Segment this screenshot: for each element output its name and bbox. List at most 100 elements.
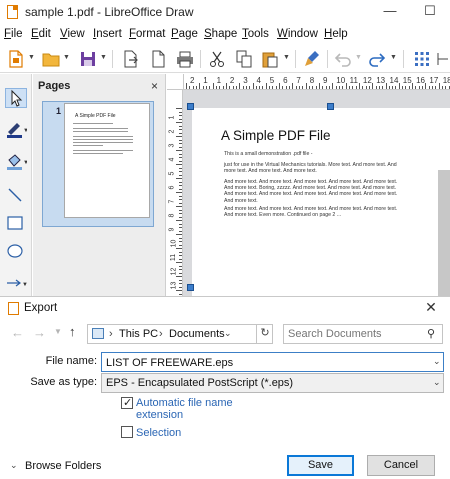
- selection-checkbox[interactable]: [121, 426, 133, 438]
- selection-handle[interactable]: [187, 103, 194, 110]
- ruler-tick: [179, 160, 182, 162]
- print-icon[interactable]: [175, 49, 195, 69]
- breadcrumb-documents[interactable]: Documents: [169, 328, 225, 340]
- undo-icon[interactable]: [333, 49, 353, 69]
- search-input[interactable]: [288, 326, 418, 342]
- ruler-tick: [322, 86, 324, 89]
- ruler-tick: [312, 86, 314, 89]
- maximize-button[interactable]: ☐: [410, 0, 450, 24]
- standard-toolbar: ▼ ▼ ▼ ▼ ▼ ▼: [0, 45, 450, 73]
- ruler-tick: [255, 86, 257, 89]
- up-arrow-icon[interactable]: ↑: [69, 324, 76, 339]
- ruler-tick: [272, 86, 274, 89]
- export-pdf-icon[interactable]: [148, 49, 168, 69]
- menu-window[interactable]: Window: [277, 28, 318, 40]
- close-icon[interactable]: ×: [151, 79, 158, 93]
- search-icon[interactable]: ⚲: [427, 327, 435, 340]
- ruler-number: 16: [416, 76, 425, 85]
- rectangle-tool[interactable]: [5, 213, 27, 233]
- line-tool[interactable]: [5, 185, 27, 205]
- ruler-tick: [179, 269, 182, 270]
- menu-page[interactable]: Page: [171, 28, 198, 40]
- chevron-down-icon[interactable]: ⌄: [433, 356, 441, 367]
- ruler-tick: [179, 241, 182, 242]
- vertical-scrollbar[interactable]: [438, 170, 450, 296]
- save-button[interactable]: Save: [287, 455, 354, 476]
- helplines-icon[interactable]: [436, 49, 450, 69]
- ruler-tick: [418, 86, 420, 89]
- selection-handle[interactable]: [187, 284, 194, 291]
- ellipse-tool[interactable]: [5, 241, 27, 261]
- menu-format[interactable]: Format: [129, 28, 165, 40]
- refresh-icon[interactable]: ↻: [256, 324, 273, 344]
- chevron-down-icon[interactable]: ⌄: [433, 377, 441, 388]
- export-icon[interactable]: [120, 49, 140, 69]
- ruler-number: 18: [442, 76, 450, 85]
- open-folder-icon[interactable]: [41, 49, 61, 69]
- chevron-down-icon[interactable]: ▼: [100, 54, 107, 61]
- save-as-type-select[interactable]: EPS - Encapsulated PostScript (*.eps) ⌄: [101, 373, 444, 393]
- ruler-tick: [179, 188, 182, 190]
- document-page[interactable]: A Simple PDF File This is a small demons…: [192, 108, 450, 296]
- chevron-down-icon[interactable]: ▼: [28, 54, 35, 61]
- ruler-tick: [179, 139, 182, 141]
- menu-shape[interactable]: Shape: [204, 28, 237, 40]
- ruler-number: 1: [216, 76, 222, 85]
- ruler-tick: [335, 86, 337, 89]
- back-arrow-icon[interactable]: ←: [11, 325, 24, 340]
- clone-formatting-icon[interactable]: [302, 49, 322, 69]
- ruler-tick: [428, 86, 430, 89]
- selection-handle[interactable]: [327, 103, 334, 110]
- recent-locations-icon[interactable]: ▼: [54, 327, 62, 336]
- forward-arrow-icon[interactable]: →: [33, 325, 46, 340]
- cut-icon[interactable]: [207, 49, 227, 69]
- search-box[interactable]: ⚲: [283, 324, 443, 344]
- breadcrumb-this-pc[interactable]: This PC: [119, 328, 158, 340]
- ruler-tick: [358, 83, 360, 89]
- close-dialog-button[interactable]: ✕: [420, 299, 442, 316]
- save-as-type-value: EPS - Encapsulated PostScript (*.eps): [106, 377, 294, 389]
- chevron-down-icon[interactable]: ▼: [63, 54, 70, 61]
- chevron-down-icon[interactable]: ▼: [390, 54, 397, 61]
- ruler-tick: [402, 86, 404, 89]
- chevron-down-icon[interactable]: ▼: [283, 54, 290, 61]
- auto-extension-checkbox[interactable]: [121, 396, 133, 409]
- file-name-input[interactable]: [106, 355, 416, 370]
- save-icon[interactable]: [78, 49, 98, 69]
- menu-view[interactable]: View: [60, 28, 85, 40]
- auto-extension-label[interactable]: Automatic file name extension: [136, 397, 246, 421]
- menu-tools[interactable]: Tools: [242, 28, 269, 40]
- vertical-ruler: 1 2 3 4 5 6 7 8 9 10 11 12 13: [167, 90, 183, 296]
- ruler-tick: [332, 83, 334, 89]
- chevron-down-icon[interactable]: ⌄: [224, 328, 232, 339]
- fill-color-tool[interactable]: ▼: [5, 152, 29, 172]
- redo-icon[interactable]: [367, 49, 387, 69]
- ruler-number: 13: [170, 281, 178, 290]
- address-bar[interactable]: › This PC › Documents ⌄: [87, 324, 273, 344]
- ruler-tick: [292, 83, 294, 89]
- ruler-tick: [179, 153, 182, 155]
- chevron-down-icon[interactable]: ▼: [355, 54, 362, 61]
- browse-folders-label: Browse Folders: [25, 460, 102, 472]
- selection-label[interactable]: Selection: [136, 427, 181, 439]
- menu-insert[interactable]: Insert: [93, 28, 122, 40]
- ruler-tick: [209, 86, 211, 89]
- page-thumbnail[interactable]: A Simple PDF File: [64, 103, 150, 218]
- ruler-tick: [295, 86, 297, 89]
- select-tool[interactable]: [5, 88, 27, 108]
- ruler-number: 11: [349, 76, 358, 85]
- cancel-button[interactable]: Cancel: [367, 455, 435, 476]
- grid-icon[interactable]: [412, 49, 432, 69]
- menu-edit[interactable]: Edit: [31, 28, 51, 40]
- menu-file[interactable]: File: [4, 28, 23, 40]
- file-name-combobox[interactable]: ⌄: [101, 352, 444, 372]
- arrow-line-tool[interactable]: ▼: [5, 273, 28, 293]
- new-document-icon[interactable]: [6, 49, 26, 69]
- menu-help[interactable]: Help: [324, 28, 348, 40]
- ruler-tick: [202, 86, 204, 89]
- minimize-button[interactable]: —: [370, 0, 410, 24]
- copy-icon[interactable]: [234, 49, 254, 69]
- paste-icon[interactable]: [260, 49, 280, 69]
- draw-app-icon: [7, 5, 18, 19]
- line-color-tool[interactable]: ▼: [5, 120, 29, 140]
